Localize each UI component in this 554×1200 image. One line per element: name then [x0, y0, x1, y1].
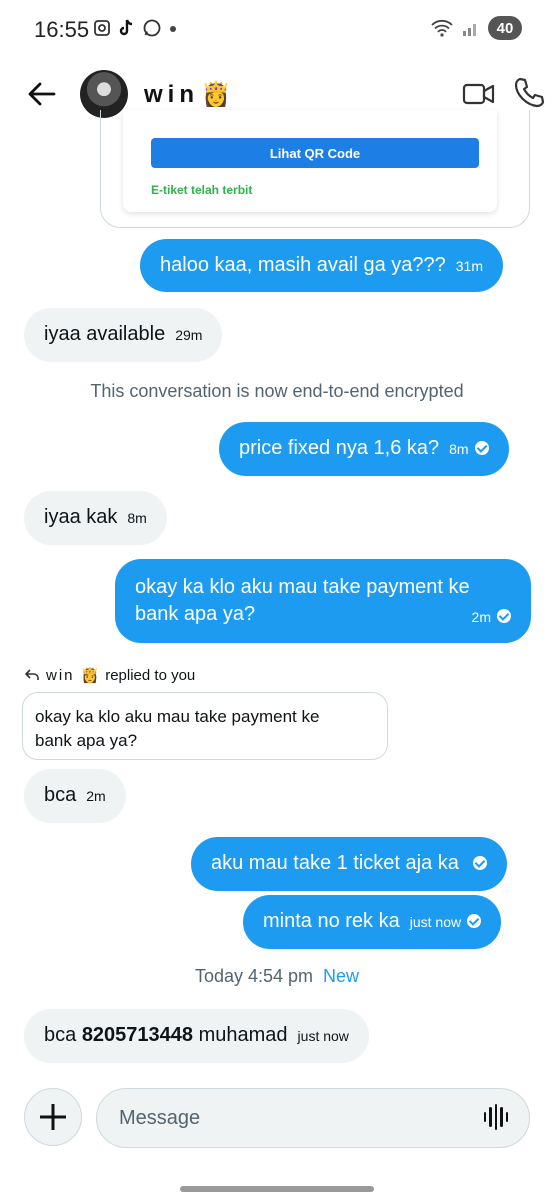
message-text-line2: bank apa ya?	[135, 603, 256, 625]
message-time: 31m	[455, 258, 483, 274]
quoted-text-line2: bank apa ya?	[35, 731, 138, 750]
contact-name-text: win	[144, 81, 199, 108]
date-label: Today 4:54 pm	[194, 966, 314, 986]
notification-icons	[92, 18, 178, 38]
message-time: just now	[297, 1028, 349, 1044]
shared-ticket-card[interactable]: Lihat QR Code E-tiket telah terbit	[100, 110, 530, 228]
read-check-icon	[472, 856, 487, 870]
message-time: 8m	[127, 510, 147, 526]
outgoing-message[interactable]: okay ka klo aku mau take payment ke bank…	[115, 559, 531, 643]
encryption-notice: This conversation is now end-to-end encr…	[90, 381, 464, 401]
message-text: price fixed nya 1,6 ka?	[239, 437, 440, 459]
whatsapp-icon	[143, 19, 161, 37]
crown-emoji: 👸	[201, 81, 231, 108]
contact-name[interactable]: win👸	[144, 80, 231, 109]
message-text: haloo kaa, masih avail ga ya???	[160, 254, 446, 276]
screenshot-icon	[94, 20, 110, 36]
message-time: just now	[409, 914, 462, 930]
reply-arrow-icon	[25, 669, 39, 680]
outgoing-message[interactable]: aku mau take 1 ticket aja ka	[191, 837, 507, 891]
message-time: 8m	[449, 441, 469, 457]
signal-icon	[463, 24, 476, 36]
quoted-message[interactable]: okay ka klo aku mau take payment ke bank…	[22, 692, 388, 760]
message-text: iyaa available	[44, 323, 166, 345]
status-bar: 16:55 40	[0, 0, 554, 60]
incoming-message[interactable]: iyaa available 29m	[24, 308, 223, 362]
phone-icon[interactable]	[512, 76, 546, 110]
message-input[interactable]	[96, 1088, 530, 1148]
read-check-icon	[497, 609, 511, 623]
tiktok-icon	[119, 19, 133, 36]
incoming-message[interactable]: bca 8205713448 muhamad just now	[24, 1009, 369, 1063]
new-badge: New	[323, 966, 360, 986]
message-time: 2m	[471, 609, 491, 625]
system-status: 40	[430, 16, 522, 40]
message-text: bca	[44, 784, 77, 806]
plus-icon[interactable]	[24, 1088, 82, 1146]
outgoing-message[interactable]: minta no rek ka just now	[243, 895, 502, 949]
quoted-text-line1: okay ka klo aku mau take payment ke	[35, 707, 320, 726]
home-indicator[interactable]	[180, 1186, 374, 1192]
reply-header: win 👸 replied to you	[24, 666, 195, 684]
dot-icon	[170, 26, 176, 32]
crown-emoji: 👸	[80, 667, 100, 684]
wifi-icon	[431, 19, 453, 37]
reply-label: replied to you	[105, 666, 196, 684]
read-check-icon	[474, 441, 489, 455]
incoming-message[interactable]: bca 2m	[24, 769, 126, 823]
message-composer	[0, 1086, 554, 1152]
reply-sender-name: win	[46, 666, 75, 684]
voice-icon[interactable]	[484, 1104, 509, 1130]
outgoing-message[interactable]: haloo kaa, masih avail ga ya??? 31m	[140, 239, 503, 292]
video-call-icon[interactable]	[462, 78, 496, 110]
message-text-prefix: bca	[44, 1024, 77, 1046]
ticket-card-inner: Lihat QR Code E-tiket telah terbit	[123, 110, 497, 212]
message-text-line1: okay ka klo aku mau take payment ke	[135, 576, 470, 598]
outgoing-message[interactable]: price fixed nya 1,6 ka? 8m	[219, 422, 509, 476]
view-qr-code-button[interactable]: Lihat QR Code	[151, 138, 479, 168]
battery-indicator: 40	[488, 16, 522, 40]
message-text: minta no rek ka	[263, 910, 400, 932]
message-text: aku mau take 1 ticket aja ka	[211, 852, 459, 874]
account-number: 8205713448	[81, 1024, 194, 1046]
message-text: iyaa kak	[44, 506, 118, 528]
date-divider: Today 4:54 pm New	[0, 966, 554, 987]
read-check-icon	[467, 914, 482, 928]
status-time: 16:55	[34, 17, 90, 42]
incoming-message[interactable]: iyaa kak 8m	[24, 491, 167, 545]
back-arrow-icon[interactable]	[24, 76, 60, 112]
message-time: 2m	[86, 788, 106, 804]
message-text-suffix: muhamad	[198, 1024, 288, 1046]
message-time: 29m	[175, 327, 203, 343]
eticket-status: E-tiket telah terbit	[151, 183, 253, 197]
